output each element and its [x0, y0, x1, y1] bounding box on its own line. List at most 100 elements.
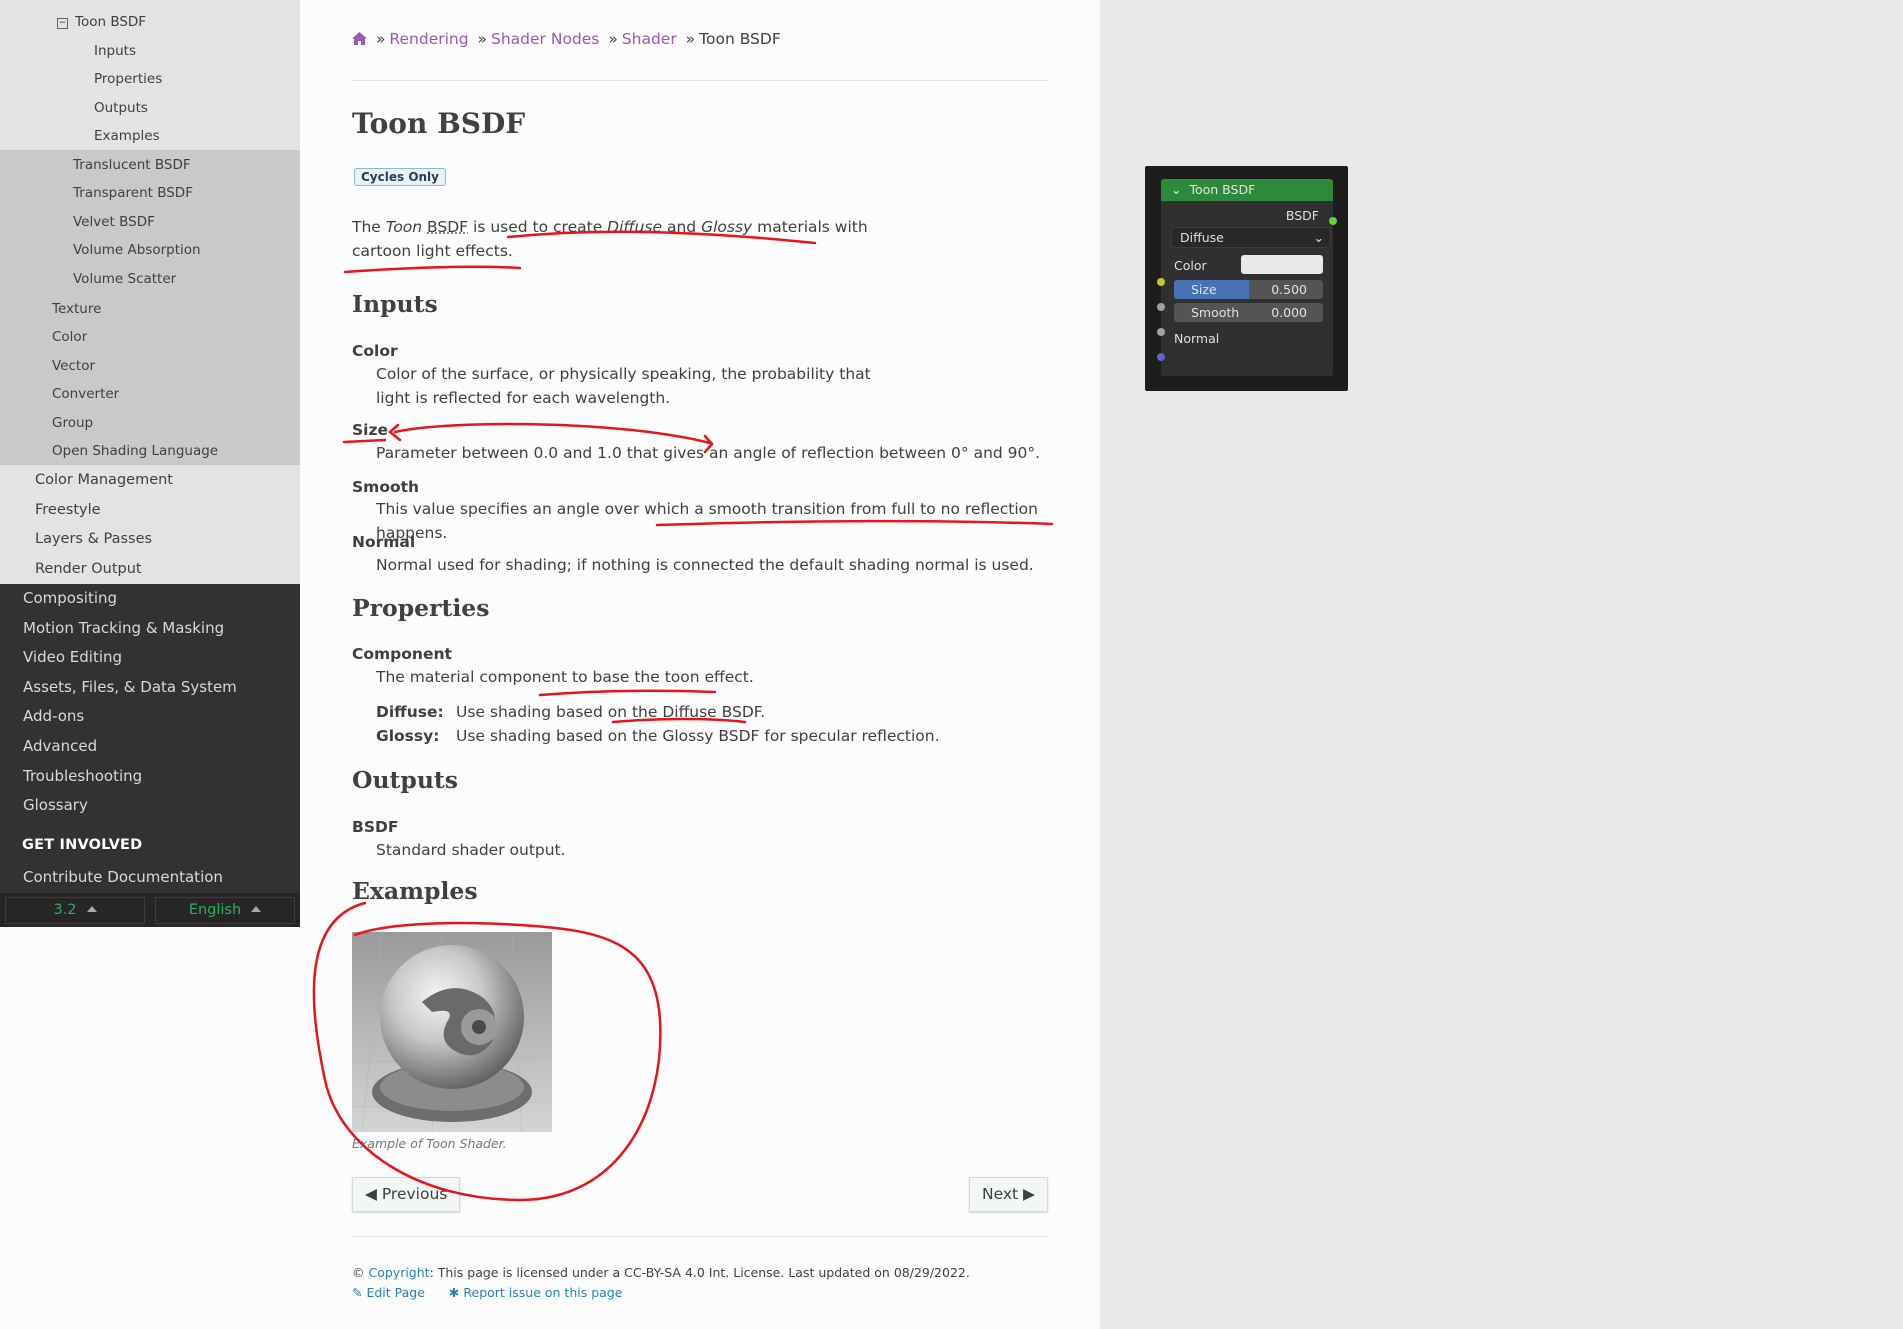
footer-copyright: © Copyright: This page is licensed under…: [352, 1265, 970, 1280]
intro-toon: Toon: [385, 218, 423, 236]
option-diffuse: Diffuse: Use shading based on the Diffuse…: [376, 703, 765, 721]
input-def-line: light is reflected for each wavelength.: [376, 389, 671, 407]
language-label: English: [188, 902, 242, 918]
bug-icon: ✱: [448, 1285, 460, 1300]
sidebar-item-compositing[interactable]: Compositing: [0, 584, 300, 614]
sidebar-item-advanced[interactable]: Advanced: [0, 732, 300, 762]
intro-text-line2: cartoon light effects.: [352, 242, 513, 260]
sidebar-item-freestyle[interactable]: Freestyle: [35, 496, 101, 525]
sidebar-item-translucent-bsdf[interactable]: Translucent BSDF: [73, 151, 191, 180]
footer-divider: [352, 1236, 1049, 1237]
sidebar-item-inputs[interactable]: Inputs: [94, 37, 136, 66]
edit-icon: ✎: [352, 1285, 363, 1300]
collapse-icon[interactable]: −: [57, 18, 68, 29]
sidebar-item-contribute-documentation[interactable]: Contribute Documentation: [0, 863, 300, 893]
breadcrumb-current: Toon BSDF: [699, 30, 781, 48]
footer-links: ✎ Edit Page ✱ Report issue on this page: [352, 1285, 622, 1300]
outputs-heading: Outputs: [352, 766, 459, 794]
sidebar-item-volume-scatter[interactable]: Volume Scatter: [73, 265, 176, 294]
arrow-circle-right-icon: ▶: [1023, 1185, 1035, 1203]
breadcrumb-separator: »: [608, 30, 618, 48]
node-component-dropdown: Diffuse ⌄: [1171, 227, 1331, 248]
page-title: Toon BSDF: [352, 107, 526, 140]
sidebar-item-examples[interactable]: Examples: [94, 122, 160, 151]
next-label: Next: [982, 1185, 1019, 1203]
sidebar-item-video-editing[interactable]: Video Editing: [0, 643, 300, 673]
previous-label: Previous: [381, 1185, 448, 1203]
copyright-link[interactable]: Copyright: [368, 1265, 429, 1280]
sidebar-item-layers-passes[interactable]: Layers & Passes: [35, 525, 152, 554]
breadcrumb-divider: [352, 80, 1049, 81]
sidebar-item-volume-absorption[interactable]: Volume Absorption: [73, 236, 201, 265]
bsdf-abbr[interactable]: BSDF: [427, 218, 468, 236]
toon-bsdf-node-image: ⌄ Toon BSDF BSDF Diffuse ⌄ Color Size 0.…: [1145, 166, 1348, 391]
node-body: BSDF Diffuse ⌄ Color Size 0.500 Smooth 0…: [1161, 201, 1333, 376]
node-size-value: 0.500: [1271, 282, 1307, 297]
sidebar-item-render-output[interactable]: Render Output: [35, 555, 142, 584]
home-icon[interactable]: [352, 30, 372, 48]
sidebar-item-transparent-bsdf[interactable]: Transparent BSDF: [73, 179, 193, 208]
report-issue-link[interactable]: ✱ Report issue on this page: [449, 1285, 623, 1300]
intro-text: and: [662, 218, 702, 236]
report-issue-label: Report issue on this page: [463, 1285, 623, 1300]
language-selector[interactable]: English: [155, 897, 295, 924]
sidebar-item-texture[interactable]: Texture: [52, 295, 101, 324]
properties-heading: Properties: [352, 594, 490, 622]
vector-socket-icon: [1157, 353, 1165, 361]
property-def-component: The material component to base the toon …: [376, 668, 754, 686]
inputs-heading: Inputs: [352, 290, 438, 318]
output-term-bsdf: BSDF: [352, 818, 399, 836]
node-dropdown-value: Diffuse: [1180, 230, 1224, 245]
sidebar-caption-get-involved: GET INVOLVED: [22, 836, 143, 853]
sidebar-item-converter[interactable]: Converter: [52, 380, 119, 409]
sidebar-item-add-ons[interactable]: Add-ons: [0, 702, 300, 732]
value-socket-icon: [1157, 328, 1165, 336]
option-glossy: Glossy: Use shading based on the Glossy B…: [376, 727, 940, 745]
arrow-circle-left-icon: ◀: [365, 1185, 377, 1203]
node-color-swatch: [1241, 255, 1323, 274]
sidebar-item-properties[interactable]: Properties: [94, 65, 162, 94]
intro-paragraph: The Toon BSDF is used to create Diffuse …: [352, 215, 868, 263]
copyright-symbol: ©: [352, 1265, 365, 1280]
option-name: Glossy:: [376, 727, 440, 745]
input-term-size: Size: [352, 421, 389, 439]
sidebar-item-assets[interactable]: Assets, Files, & Data System: [0, 673, 300, 703]
output-def-bsdf: Standard shader output.: [376, 841, 566, 859]
sidebar-item-group[interactable]: Group: [52, 409, 93, 438]
input-def-color: Color of the surface, or physically spea…: [376, 362, 871, 410]
breadcrumb-rendering[interactable]: Rendering: [389, 30, 468, 48]
version-switcher: 3.2 English: [0, 893, 300, 927]
sidebar-item-motion-tracking[interactable]: Motion Tracking & Masking: [0, 614, 300, 644]
breadcrumb-shader[interactable]: Shader: [622, 30, 677, 48]
edit-page-link[interactable]: ✎ Edit Page: [352, 1285, 425, 1300]
previous-button[interactable]: ◀ Previous: [352, 1177, 461, 1212]
cycles-only-badge: Cycles Only: [354, 168, 446, 186]
breadcrumb: » Rendering » Shader Nodes » Shader » Toon B…: [352, 30, 1049, 48]
breadcrumb-separator: »: [375, 30, 386, 48]
version-selector[interactable]: 3.2: [5, 897, 145, 924]
node-normal-label: Normal: [1174, 331, 1220, 346]
sidebar-item-open-shading-language[interactable]: Open Shading Language: [52, 437, 218, 466]
sidebar-item-color-management[interactable]: Color Management: [35, 466, 173, 495]
sidebar-item-color[interactable]: Color: [52, 323, 87, 352]
input-def-smooth: This value specifies an angle over which…: [376, 500, 1038, 542]
next-button[interactable]: Next ▶: [969, 1177, 1048, 1212]
sidebar-item-glossary[interactable]: Glossary: [0, 791, 300, 821]
sidebar-item-troubleshooting[interactable]: Troubleshooting: [0, 762, 300, 792]
sidebar-item-label: Toon BSDF: [75, 14, 147, 30]
breadcrumb-shader-nodes[interactable]: Shader Nodes: [491, 30, 599, 48]
sidebar: − Toon BSDF Inputs Properties Outputs Exa…: [0, 0, 300, 927]
input-def-normal: Normal used for shading; if nothing is c…: [376, 556, 1034, 574]
sidebar-item-vector[interactable]: Vector: [52, 352, 95, 381]
diffuse-bsdf-link[interactable]: Diffuse BSDF.: [662, 703, 765, 721]
version-label: 3.2: [53, 902, 77, 918]
intro-text: The: [352, 218, 386, 236]
license-text: : This page is licensed under a CC-BY-SA…: [429, 1265, 970, 1280]
shader-socket-icon: [1329, 217, 1337, 225]
property-term-component: Component: [352, 645, 452, 663]
value-socket-icon: [1157, 303, 1165, 311]
node-header: ⌄ Toon BSDF: [1161, 179, 1333, 201]
sidebar-item-toon-bsdf[interactable]: − Toon BSDF: [57, 8, 146, 36]
sidebar-item-outputs[interactable]: Outputs: [94, 94, 148, 123]
sidebar-item-velvet-bsdf[interactable]: Velvet BSDF: [73, 208, 155, 237]
